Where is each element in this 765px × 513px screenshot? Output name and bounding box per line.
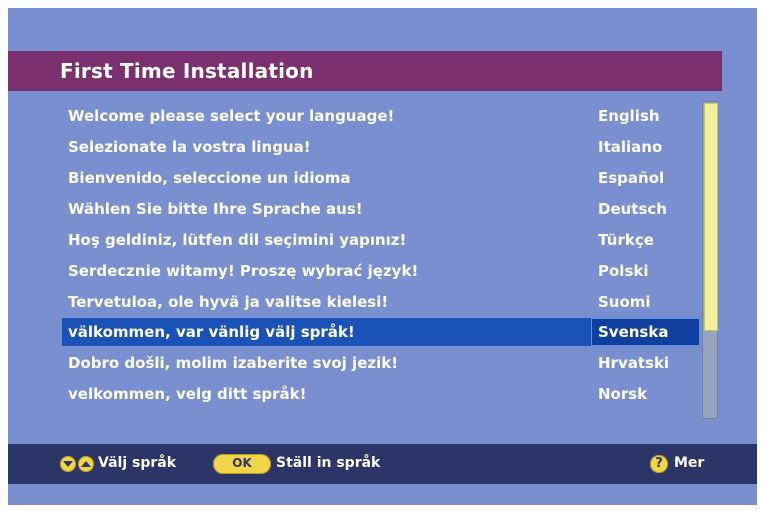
down-arrow-icon[interactable] xyxy=(60,456,76,472)
help-icon[interactable]: ? xyxy=(650,455,668,473)
page-title: First Time Installation xyxy=(60,59,314,83)
language-row-name: Türkçe xyxy=(598,231,654,249)
ok-button-label: OK xyxy=(232,456,252,470)
language-row-name: Suomi xyxy=(598,293,651,311)
language-row-message: Dobro došli, molim izaberite svoj jezik! xyxy=(68,354,399,372)
language-row-message: Tervetuloa, ole hyvä ja valitse kielesi! xyxy=(68,293,389,311)
set-language-label: Ställ in språk xyxy=(276,455,381,471)
tv-screen: First Time Installation Welcome please s… xyxy=(8,8,757,505)
language-row-message: Bienvenido, seleccione un idioma xyxy=(68,169,351,187)
language-row-name: Español xyxy=(598,169,665,187)
language-row-svenska[interactable]: välkommen, var vänlig välj språk! Svensk… xyxy=(62,318,700,346)
language-row-espanol[interactable]: Bienvenido, seleccione un idioma Español xyxy=(62,164,698,192)
footer-bar: Välj språk OK Ställ in språk ? Mer xyxy=(8,444,757,484)
scrollbar[interactable] xyxy=(702,101,718,419)
ok-button[interactable]: OK xyxy=(213,454,271,474)
language-row-name: English xyxy=(598,107,660,125)
language-row-italiano[interactable]: Selezionate la vostra lingua! Italiano xyxy=(62,133,698,161)
language-row-polski[interactable]: Serdecznie witamy! Proszę wybrać język! … xyxy=(62,257,698,285)
more-label: Mer xyxy=(674,455,705,471)
language-row-message: välkommen, var vänlig välj språk! xyxy=(68,323,355,341)
language-row-turkce[interactable]: Hoş geldiniz, lütfen dil seçimini yapını… xyxy=(62,226,698,254)
language-row-message: velkommen, velg ditt språk! xyxy=(68,385,307,403)
language-row-message: Welcome please select your language! xyxy=(68,107,395,125)
language-row-hrvatski[interactable]: Dobro došli, molim izaberite svoj jezik!… xyxy=(62,349,698,377)
language-row-message: Selezionate la vostra lingua! xyxy=(68,138,311,156)
language-row-name: Hrvatski xyxy=(598,354,670,372)
language-row-name: Polski xyxy=(598,262,649,280)
language-row-message: Serdecznie witamy! Proszę wybrać język! xyxy=(68,262,419,280)
language-row-message: Hoş geldiniz, lütfen dil seçimini yapını… xyxy=(68,231,407,249)
up-arrow-icon[interactable] xyxy=(78,456,94,472)
language-row-message: Wählen Sie bitte Ihre Sprache aus! xyxy=(68,200,363,218)
language-row-name: Norsk xyxy=(598,385,648,403)
title-bar: First Time Installation xyxy=(8,51,722,91)
language-row-name: Svenska xyxy=(598,323,669,341)
language-row-norsk[interactable]: velkommen, velg ditt språk! Norsk xyxy=(62,380,698,408)
language-row-suomi[interactable]: Tervetuloa, ole hyvä ja valitse kielesi!… xyxy=(62,288,698,316)
language-row-deutsch[interactable]: Wählen Sie bitte Ihre Sprache aus! Deuts… xyxy=(62,195,698,223)
select-language-label: Välj språk xyxy=(98,455,177,471)
language-row-name: Italiano xyxy=(598,138,663,156)
language-row-english[interactable]: Welcome please select your language! Eng… xyxy=(62,102,698,130)
language-row-name: Deutsch xyxy=(598,200,667,218)
scrollbar-thumb[interactable] xyxy=(704,103,718,331)
